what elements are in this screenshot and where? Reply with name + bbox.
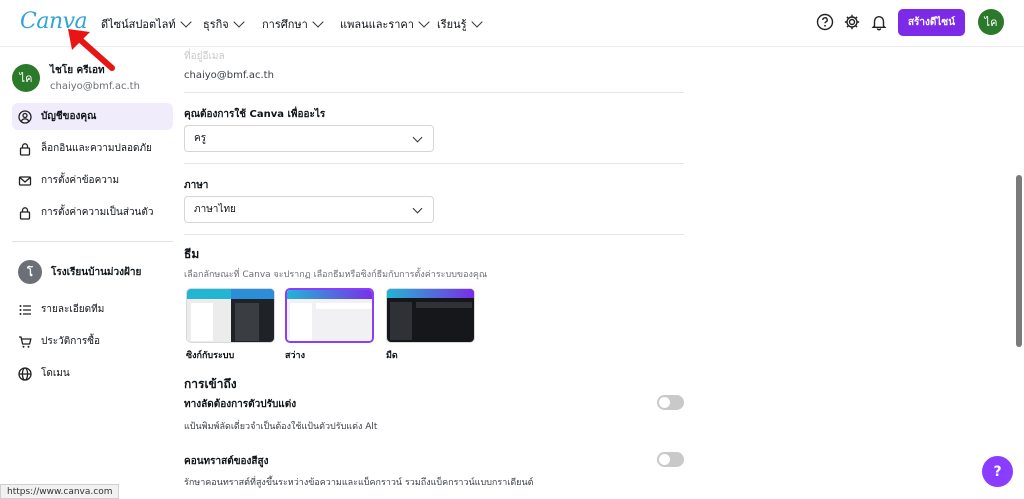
sidebar-item-label: บัญชีของคุณ [41,111,97,122]
lock-icon [19,206,31,220]
divider [184,234,684,235]
sidebar-item-label: ประวัติการซื้อ [41,336,101,347]
sidebar-item-label: โดเมน [41,368,70,379]
sidebar-item-label: รายละเอียดทีม [41,304,105,315]
chevron-down-icon [412,203,423,214]
sidebar-item-label: การตั้งค่าข้อความ [41,175,120,186]
sidebar-divider [12,241,173,242]
theme-preview-dark [387,289,474,342]
account-settings-panel: ที่อยู่อีเมล chaiyo@bmf.ac.th คุณต้องการ… [184,47,684,499]
nav-label: ธุรกิจ [203,18,229,31]
help-circle-icon[interactable] [816,13,834,31]
user-profile: ไค ไชโย ครีเอท chaiyo@bmf.ac.th [12,63,140,92]
user-circle-icon [18,109,32,124]
sidebar-item-domains[interactable]: โดเมน [12,360,173,387]
mail-icon [18,175,32,186]
theme-label-dark: มืด [386,351,398,361]
user-name: ไชโย ครีเอท [50,65,105,76]
bell-icon[interactable] [870,13,888,31]
top-navigation: Canva ดีไซน์สปอตไลท์ ธุรกิจ การศึกษา แพล… [0,0,1024,47]
toggle-knob [659,454,670,465]
nav-education[interactable]: การศึกษา [262,15,324,33]
modifier-shortcut-title: ทางลัดต้องการตัวปรับแต่ง [184,399,297,410]
avatar[interactable]: ไค [978,9,1004,35]
status-bar-url: https://www.canva.com [0,484,120,499]
chevron-down-icon [312,16,324,28]
lock-icon [19,142,31,156]
theme-preview-system [187,289,274,342]
email-label: ที่อยู่อีเมล [184,51,225,62]
theme-label-system: ซิงก์กับระบบ [186,351,235,361]
language-label: ภาษา [184,180,209,191]
sidebar-item-label: ล็อกอินและความปลอดภัย [41,143,152,154]
globe-icon [18,366,32,381]
sidebar-item-label: การตั้งค่าความเป็นส่วนตัว [41,207,154,218]
high-contrast-desc: รักษาคอนทราสต์ที่สูงขึ้นระหว่างข้อความแล… [184,478,534,488]
accessibility-title: การเข้าถึง [184,377,237,391]
chevron-down-icon [179,16,192,28]
theme-title: ธีม [184,247,200,261]
divider [184,163,684,164]
settings-sidebar: ไค ไชโย ครีเอท chaiyo@bmf.ac.th บัญชีของ… [0,47,178,499]
nav-learn[interactable]: เรียนรู้ [437,15,483,33]
list-icon [19,304,31,315]
high-contrast-title: คอนทราสต์ของสีสูง [184,456,269,467]
chevron-down-icon [412,132,423,143]
high-contrast-toggle[interactable] [657,452,684,467]
sidebar-item-purchase-history[interactable]: ประวัติการซื้อ [12,328,173,355]
nav-label: การศึกษา [262,18,308,31]
email-value: chaiyo@bmf.ac.th [184,70,274,81]
sidebar-item-privacy-settings[interactable]: การตั้งค่าความเป็นส่วนตัว [12,199,173,226]
user-email: chaiyo@bmf.ac.th [50,81,140,92]
theme-label-light: สว่าง [285,351,305,361]
modifier-shortcut-desc: แป้นพิมพ์ลัดเดี่ยวจำเป็นต้องใช้แป้นตัวปร… [184,422,378,432]
chevron-down-icon [418,16,430,28]
modifier-shortcut-toggle[interactable] [657,395,684,410]
sidebar-item-message-settings[interactable]: การตั้งค่าข้อความ [12,167,173,194]
nav-label: เรียนรู้ [437,18,467,31]
nav-business[interactable]: ธุรกิจ [203,15,245,33]
divider [184,92,684,93]
nav-label: แพลนและราคา [340,18,414,31]
theme-option-system[interactable] [186,288,275,343]
chevron-down-icon [233,16,245,28]
theme-description: เลือกลักษณะที่ Canva จะปรากฏ เลือกธีมหรื… [184,270,488,280]
create-design-button[interactable]: สร้างดีไซน์ [898,9,965,36]
sidebar-item-team-details[interactable]: รายละเอียดทีม [12,296,173,323]
theme-option-dark[interactable] [386,288,475,343]
scrollbar[interactable] [1016,175,1022,347]
cart-icon [19,335,32,348]
usage-select[interactable]: ครู [184,125,434,152]
sidebar-item-login-security[interactable]: ล็อกอินและความปลอดภัย [12,135,173,162]
language-value: ภาษาไทย [194,204,236,215]
theme-option-light[interactable] [285,288,374,343]
toggle-knob [659,397,670,408]
gear-icon[interactable] [843,13,861,31]
avatar: ไค [12,63,40,92]
help-button[interactable]: ? [982,456,1013,487]
team-name: โรงเรียนบ้านม่วงฝ้าย [51,266,142,278]
language-select[interactable]: ภาษาไทย [184,196,434,223]
usage-label: คุณต้องการใช้ Canva เพื่ออะไร [184,109,326,120]
nav-plans-pricing[interactable]: แพลนและราคา [340,15,430,33]
team-avatar: โ [18,260,42,284]
chevron-down-icon [470,16,483,28]
theme-preview-light [287,290,372,341]
sidebar-team[interactable]: โ โรงเรียนบ้านม่วงฝ้าย [12,257,173,287]
usage-value: ครู [194,133,207,144]
sidebar-item-your-account[interactable]: บัญชีของคุณ [12,103,173,130]
